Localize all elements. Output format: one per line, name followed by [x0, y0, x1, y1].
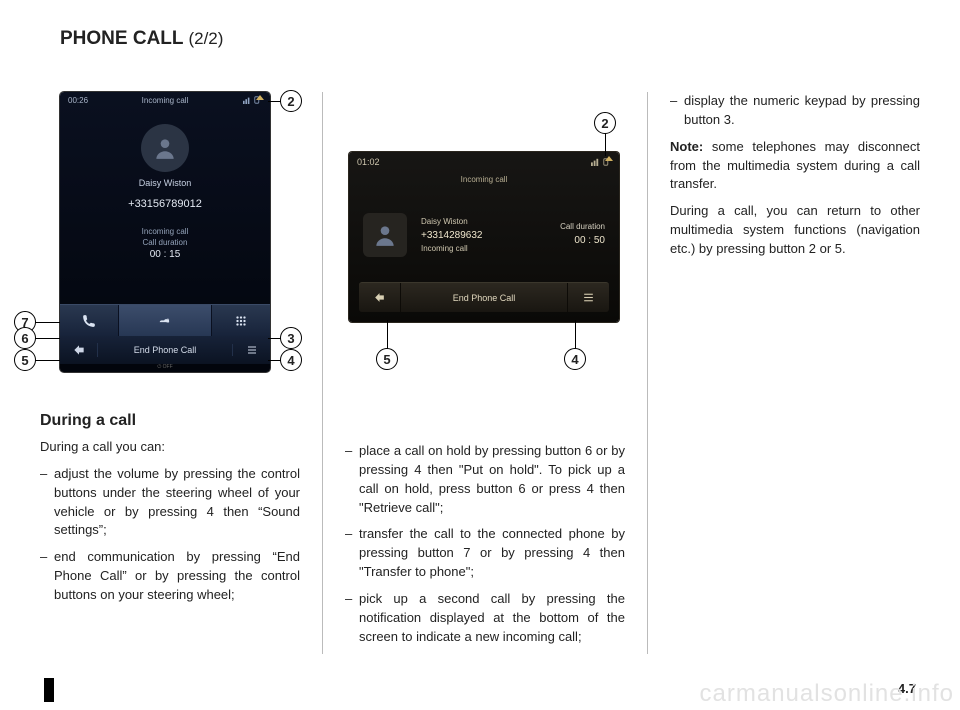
callout-5b: 5: [376, 348, 398, 370]
callout-4: 4: [280, 349, 302, 371]
menu-button[interactable]: [232, 344, 270, 356]
back-button[interactable]: [359, 283, 401, 312]
clock-text: 01:02: [357, 157, 380, 168]
end-bar: End Phone Call: [60, 336, 270, 364]
expand-up-icon[interactable]: [605, 156, 613, 161]
section-heading: During a call: [40, 412, 300, 430]
list-col2: place a call on hold by pressing button …: [345, 442, 625, 654]
page-number: 4.7: [898, 681, 916, 696]
list-item: adjust the volume by pressing the contro…: [40, 465, 300, 540]
caller-name: Daisy Wiston: [139, 178, 192, 188]
list-item: end communication by pressing “End Phone…: [40, 548, 300, 605]
list-item: place a call on hold by pressing button …: [345, 442, 625, 517]
column-1: 00:26 Incoming call: [40, 92, 300, 654]
off-indicator: ⏻ OFF: [60, 364, 270, 372]
duration-value: 00 : 15: [142, 248, 189, 262]
callout-3: 3: [280, 327, 302, 349]
list-item: transfer the call to the connected phone…: [345, 525, 625, 582]
column-2: 01:02 Incoming call: [322, 92, 625, 654]
avatar-icon: [363, 213, 407, 257]
figure-1-wrap: 00:26 Incoming call: [40, 92, 300, 392]
callout-6: 6: [14, 327, 36, 349]
call-body: Daisy Wiston +3314289632 Incoming call C…: [349, 188, 619, 282]
sub-duration-label: Call duration: [142, 237, 189, 248]
call-sub-info: Incoming call Call duration 00 : 15: [142, 226, 189, 262]
menu-button[interactable]: [567, 283, 609, 312]
callout-4b: 4: [564, 348, 586, 370]
figure-2-wrap: 01:02 Incoming call: [345, 122, 625, 422]
expand-up-icon[interactable]: [256, 95, 264, 100]
callout-2b: 2: [594, 112, 616, 134]
callout-5: 5: [14, 349, 36, 371]
list-item: pick up a second call by pressing the no…: [345, 590, 625, 647]
list-col1: adjust the volume by pressing the contro…: [40, 465, 300, 613]
screen-portrait: 00:26 Incoming call: [60, 92, 270, 372]
duration-value: 00 : 50: [560, 233, 605, 249]
sub-incoming: Incoming call: [421, 243, 482, 255]
duration-label: Call duration: [560, 221, 605, 234]
status-bar: 00:26 Incoming call: [60, 92, 270, 110]
caller-number: +33156789012: [128, 198, 202, 210]
caller-number: +3314289632: [421, 228, 482, 243]
status-header-text: Incoming call: [142, 96, 189, 105]
caller-name: Daisy Wiston: [421, 216, 482, 228]
transfer-car-phone-button[interactable]: [119, 305, 212, 336]
hold-button[interactable]: [60, 305, 119, 336]
list-item: display the numeric keypad by pressing b…: [670, 92, 920, 130]
screen-header: Incoming call: [349, 173, 619, 188]
signal-icon: [243, 96, 251, 106]
column-3: display the numeric keypad by pressing b…: [647, 92, 920, 654]
page-title: PHONE CALL (2/2): [0, 0, 960, 50]
screen-landscape: 01:02 Incoming call: [349, 152, 619, 322]
clock-text: 00:26: [68, 96, 88, 106]
sub-incoming: Incoming call: [142, 226, 189, 237]
title-part: (2/2): [188, 29, 223, 48]
list-col3: display the numeric keypad by pressing b…: [670, 92, 920, 138]
action-bar: [60, 304, 270, 336]
avatar-icon: [141, 124, 189, 172]
note-label: Note:: [670, 139, 703, 154]
end-call-button[interactable]: End Phone Call: [98, 345, 232, 355]
title-main: PHONE CALL: [60, 28, 183, 49]
back-button[interactable]: [60, 343, 98, 357]
keypad-button[interactable]: [212, 305, 270, 336]
section-intro: During a call you can:: [40, 438, 300, 457]
status-bar: 01:02: [349, 152, 619, 173]
print-mark: [44, 678, 54, 702]
note-paragraph: Note: some telephones may disconnect fro…: [670, 138, 920, 195]
callout-2: 2: [280, 90, 302, 112]
call-body: Daisy Wiston +33156789012 Incoming call …: [60, 110, 270, 304]
end-call-button[interactable]: End Phone Call: [401, 283, 567, 312]
note-text: some telephones may disconnect from the …: [670, 139, 920, 192]
signal-icon: [591, 157, 600, 168]
end-bar: End Phone Call: [359, 282, 609, 312]
paragraph: During a call, you can return to other m…: [670, 202, 920, 259]
